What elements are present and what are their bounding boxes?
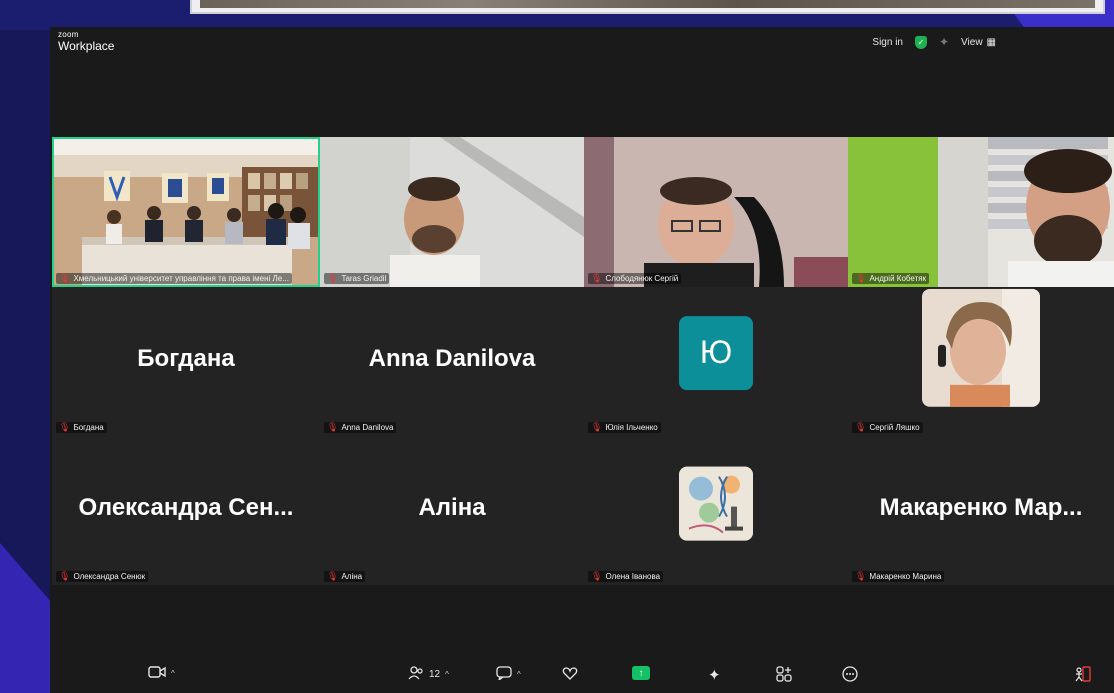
meeting-toolbar: ^ 12 ^ ^ ↑ ✦	[50, 659, 1114, 693]
chevron-up-icon[interactable]: ^	[171, 669, 175, 678]
participant-name-label: 🎙 Аліна	[324, 571, 366, 582]
participant-display-name: Олександра Сен...	[78, 493, 294, 521]
video-tile[interactable]: 🎙 Андрій Кобетяк	[848, 137, 1114, 287]
participant-video	[584, 137, 848, 287]
sign-in-button[interactable]: Sign in	[872, 37, 903, 48]
participant-name-label: 🎙 Юлія Ільченко	[588, 422, 661, 433]
participant-video	[320, 137, 584, 287]
participant-name: Anna Danilova	[341, 423, 394, 432]
participant-tile[interactable]: Макаренко Мар... 🎙 Макаренко Марина	[848, 436, 1114, 585]
participant-name-label: 🎙 Олена Іванова	[588, 571, 664, 582]
participant-tile[interactable]: 🎙 Олена Іванова	[584, 436, 848, 585]
participant-name-label: 🎙 Андрій Кобетяк	[852, 273, 930, 284]
participant-name: Хмельницький університет управління та п…	[73, 274, 289, 283]
video-tile[interactable]: 🎙 Хмельницький університет управління та …	[52, 137, 320, 287]
mic-muted-icon: 🎙	[59, 273, 71, 283]
ai-companion-button[interactable]: ✦	[708, 666, 721, 684]
participant-name: Макаренко Марина	[869, 572, 942, 581]
mic-muted-icon: 🎙	[327, 571, 339, 581]
participant-name: Taras Griadil	[341, 274, 387, 283]
view-label: View	[961, 36, 983, 48]
leave-icon	[1074, 666, 1092, 685]
video-tile[interactable]: 🎙 Taras Griadil	[320, 137, 584, 287]
mic-muted-icon: 🎙	[327, 273, 339, 283]
ai-sparkle-icon[interactable]: ✦	[939, 35, 949, 49]
mic-muted-icon: 🎙	[855, 273, 867, 283]
participant-display-name: Богдана	[137, 344, 235, 372]
mic-muted-icon: 🎙	[59, 422, 71, 432]
more-dots-icon	[842, 666, 858, 685]
participant-name: Олена Іванова	[605, 572, 661, 581]
participants-button[interactable]: 12 ^	[408, 666, 449, 683]
participant-display-name: Anna Danilova	[368, 344, 536, 372]
mic-muted-icon: 🎙	[855, 422, 867, 432]
participant-tile[interactable]: Anna Danilova 🎙 Anna Danilova	[320, 287, 584, 436]
participant-name-label: 🎙 Хмельницький університет управління та …	[56, 273, 292, 284]
meeting-top-bar: zoom Workplace Sign in ✓ ✦ View ▦	[50, 27, 1114, 61]
more-button[interactable]	[842, 666, 858, 685]
mic-muted-icon: 🎙	[591, 571, 603, 581]
mic-muted-icon: 🎙	[59, 571, 71, 581]
participant-display-name: Аліна	[418, 493, 486, 521]
participant-tile[interactable]: Олександра Сен... 🎙 Олександра Сенюк	[52, 436, 320, 585]
shield-check-icon[interactable]: ✓	[914, 35, 927, 49]
participant-name-label: 🎙 Слободянюк Сергій	[588, 273, 682, 284]
participant-name-label: 🎙 Сергій Ляшко	[852, 422, 923, 433]
participant-video	[848, 137, 1114, 287]
apps-grid-icon	[776, 666, 792, 685]
video-tile[interactable]: 🎙 Слободянюк Сергій	[584, 137, 848, 287]
video-camera-icon	[148, 666, 166, 681]
logo-big-text: Workplace	[58, 39, 115, 53]
sparkle-icon: ✦	[708, 667, 721, 684]
participant-count: 12	[429, 669, 441, 680]
participant-name: Юлія Ільченко	[605, 423, 658, 432]
share-screen-button[interactable]: ↑	[632, 666, 650, 680]
react-button[interactable]	[562, 666, 578, 683]
avatar-photo	[922, 288, 1040, 407]
participant-name: Андрій Кобетяк	[869, 274, 927, 283]
avatar-initial: Ю	[679, 315, 753, 390]
heart-icon	[562, 666, 578, 683]
participant-name: Аліна	[341, 572, 363, 581]
chat-button[interactable]: ^	[496, 666, 521, 683]
chevron-up-icon[interactable]: ^	[445, 670, 449, 679]
participant-name-label: 🎙 Олександра Сенюк	[56, 571, 149, 582]
participant-name: Сергій Ляшко	[869, 423, 920, 432]
mic-muted-icon: 🎙	[591, 422, 603, 432]
mic-muted-icon: 🎙	[327, 422, 339, 432]
gallery-view: 🎙 Хмельницький університет управління та …	[50, 137, 1114, 585]
participant-display-name: Макаренко Мар...	[879, 493, 1083, 521]
participant-name: Олександра Сенюк	[73, 572, 146, 581]
participant-tile[interactable]: Богдана 🎙 Богдана	[52, 287, 320, 436]
participant-name-label: 🎙 Богдана	[56, 422, 107, 433]
chevron-up-icon[interactable]: ^	[517, 670, 521, 679]
chat-icon	[496, 666, 512, 683]
participant-tile[interactable]: 🎙 Сергій Ляшко	[848, 287, 1114, 436]
participants-icon	[408, 666, 424, 683]
zoom-logo: zoom Workplace	[58, 30, 115, 53]
participant-name: Слободянюк Сергій	[605, 274, 679, 283]
avatar-science-illustration	[679, 466, 753, 541]
participant-name-label: 🎙 Anna Danilova	[324, 422, 397, 433]
background-screen-strip	[190, 0, 1105, 14]
participant-name: Богдана	[73, 423, 104, 432]
conference-room-video	[52, 137, 320, 287]
participant-tile[interactable]: Аліна 🎙 Аліна	[320, 436, 584, 585]
zoom-meeting-window: zoom Workplace Sign in ✓ ✦ View ▦ 🎙 Хмел…	[50, 27, 1114, 693]
leave-button[interactable]	[1074, 666, 1092, 685]
view-button[interactable]: View ▦	[961, 37, 996, 48]
grid-view-icon: ▦	[986, 36, 996, 48]
participant-tile[interactable]: Ю 🎙 Юлія Ільченко	[584, 287, 848, 436]
video-button[interactable]: ^	[148, 666, 175, 681]
participant-name-label: 🎙 Taras Griadil	[324, 273, 390, 284]
share-arrow-icon: ↑	[632, 666, 650, 680]
mic-muted-icon: 🎙	[591, 273, 603, 283]
participant-name-label: 🎙 Макаренко Марина	[852, 571, 945, 582]
logo-small-text: zoom	[58, 30, 79, 39]
mic-muted-icon: 🎙	[855, 571, 867, 581]
apps-button[interactable]	[776, 666, 792, 685]
